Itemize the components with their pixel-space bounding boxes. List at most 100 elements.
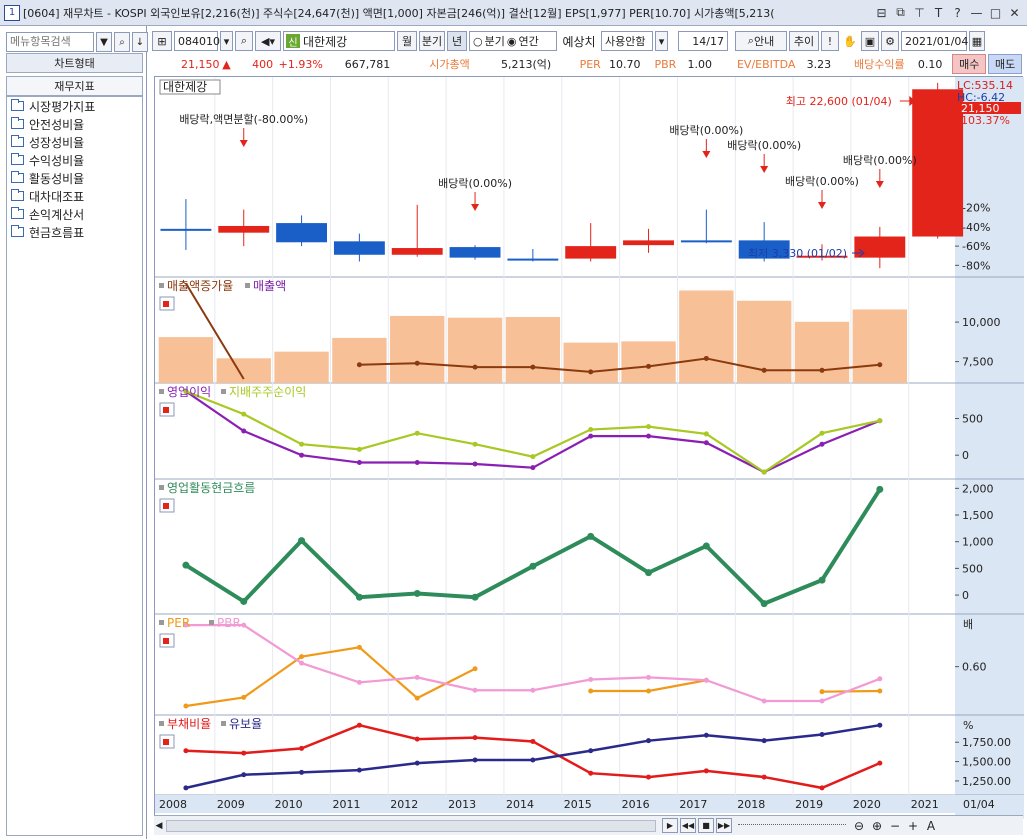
trend-button[interactable]: 추이 <box>789 31 819 51</box>
download-icon[interactable]: ↓ <box>132 32 148 52</box>
operating-income-point <box>299 452 305 458</box>
revenue-bar <box>679 290 734 383</box>
alert-icon[interactable]: ! <box>821 31 839 51</box>
x-tick-label: 2018 <box>737 798 765 811</box>
per-point <box>414 695 420 701</box>
tree-item[interactable]: 시장평가지표 <box>7 97 142 115</box>
tree-item[interactable]: 현금흐름표 <box>7 223 142 241</box>
period-year-button[interactable]: 년 <box>447 31 467 51</box>
per-point <box>356 644 362 650</box>
x-tick-label: 2013 <box>448 798 476 811</box>
event-annotation: 배당락,액면분할(-80.00%) <box>179 113 308 126</box>
y-tick-label: 7,500 <box>962 356 994 369</box>
horizontal-scrollbar[interactable] <box>166 819 656 832</box>
scroll-left-icon[interactable]: ◀ <box>154 821 164 831</box>
growth-point <box>819 367 825 373</box>
legend-label: 지배주주순이익 <box>229 385 306 399</box>
legend-label: 매출액 <box>253 279 286 293</box>
stop-icon[interactable]: ■ <box>698 818 714 833</box>
tree-item[interactable]: 성장성비율 <box>7 133 142 151</box>
y-tick-label: -60% <box>962 240 990 253</box>
pbr-point <box>299 660 305 666</box>
folder-icon <box>11 117 24 129</box>
search-icon[interactable]: ⌕ <box>114 32 130 52</box>
last-icon[interactable]: ▶▶ <box>716 818 732 833</box>
title-bar: 1 [0604] 재무차트 - KOSPI 외국인보유[2,216(천)] 주식… <box>0 0 1027 26</box>
legend-label: PBR <box>217 616 241 630</box>
radio-quarter-icon[interactable]: ○ <box>473 35 483 48</box>
tree-item[interactable]: 활동성비율 <box>7 169 142 187</box>
up-arrow-icon: ▲ <box>222 57 231 71</box>
guide-button[interactable]: ⌕ 안내 <box>735 31 787 51</box>
event-arrow-head <box>239 140 248 147</box>
plus-icon[interactable]: + <box>906 819 920 833</box>
tree-item[interactable]: 대차대조표 <box>7 187 142 205</box>
calendar-icon[interactable]: ▦ <box>969 31 985 51</box>
reserve-ratio-point <box>530 757 536 763</box>
y-unit-label: 배 <box>963 618 973 631</box>
x-tick-label: 2016 <box>622 798 650 811</box>
event-arrow-head <box>818 202 826 209</box>
play-icon[interactable]: ▶ <box>662 818 678 833</box>
y-tick-label: -20% <box>962 202 990 215</box>
chart-type-button[interactable]: 차트형태 <box>6 53 143 73</box>
tool-icon[interactable]: ✋ <box>841 31 859 51</box>
reserve-ratio-point <box>819 731 825 737</box>
menu-search-input[interactable] <box>6 32 94 52</box>
sell-button[interactable]: 매도 <box>988 54 1022 74</box>
net-income-point <box>356 446 362 452</box>
tree-item-label: 손익계산서 <box>29 207 85 222</box>
debt-ratio-point <box>703 768 709 774</box>
minimize-icon[interactable]: — <box>968 4 985 21</box>
font-icon[interactable]: T <box>930 4 947 21</box>
candle-body <box>160 228 212 231</box>
period-quarter-button[interactable]: 분기 <box>419 31 445 51</box>
link-icon[interactable]: ⊞ <box>152 31 172 51</box>
buy-button[interactable]: 매수 <box>952 54 987 74</box>
window-number[interactable]: 1 <box>4 4 20 21</box>
period-month-button[interactable]: 월 <box>397 31 417 51</box>
chart-area[interactable]: 대한제강 -20% -40% -60% -80% 배당락,액면분할(-80.00%) 배당락… <box>154 76 1024 819</box>
pin-icon[interactable]: ⊤ <box>911 4 928 21</box>
tree-item[interactable]: 안전성비율 <box>7 115 142 133</box>
search-minus-icon[interactable]: ⊖ <box>852 819 866 833</box>
help-icon[interactable]: ? <box>949 4 966 21</box>
minus-icon[interactable]: − <box>888 819 902 833</box>
close-icon[interactable]: ✕ <box>1006 4 1023 21</box>
tree-item[interactable]: 수익성비율 <box>7 151 142 169</box>
search-plus-icon[interactable]: ⊕ <box>870 819 884 833</box>
financial-indicators-button[interactable]: 재무지표 <box>6 76 143 96</box>
x-tick-label: 2021 <box>911 798 939 811</box>
estimate-select[interactable]: 사용안함 <box>601 31 653 51</box>
speaker-icon[interactable]: ◀▾ <box>255 31 281 51</box>
event-arrow-head <box>760 166 769 173</box>
dropdown-icon[interactable]: ▼ <box>96 32 112 52</box>
font-icon[interactable]: A <box>924 819 938 833</box>
revenue-bar <box>332 337 387 383</box>
search-icon[interactable]: ⌕ <box>235 31 253 51</box>
y-tick-label: 1,000 <box>962 536 994 549</box>
zoom-track[interactable] <box>738 823 846 828</box>
restore-icon[interactable]: ⧉ <box>892 4 909 21</box>
estimate-dropdown-icon[interactable]: ▾ <box>655 31 668 51</box>
legend-label: 유보율 <box>229 717 262 731</box>
operating-income-point <box>530 465 536 471</box>
price-change: 400 <box>252 57 274 71</box>
per-point <box>588 688 594 694</box>
stock-name-field[interactable]: 신 대한제강 <box>283 31 395 51</box>
save-icon[interactable]: ▣ <box>861 31 879 51</box>
stock-code-input[interactable]: 084010 <box>174 31 220 51</box>
settings-icon[interactable]: ⚙ <box>881 31 899 51</box>
net-income-line <box>185 390 881 474</box>
growth-point <box>877 362 883 368</box>
first-icon[interactable]: ◀◀ <box>680 818 696 833</box>
tree-item[interactable]: 손익계산서 <box>7 205 142 223</box>
window-list-icon[interactable]: ⊟ <box>873 4 890 21</box>
pbr-value: 1.00 <box>687 57 713 71</box>
maximize-icon[interactable]: □ <box>987 4 1004 21</box>
radio-annual-icon[interactable]: ◉ <box>507 35 517 48</box>
code-dropdown-icon[interactable]: ▾ <box>220 31 233 51</box>
date-input[interactable]: 2021/01/04 <box>901 31 968 51</box>
financial-chart[interactable]: 대한제강 -20% -40% -60% -80% 배당락,액면분할(-80.00%) 배당락… <box>155 77 1024 819</box>
operating-income-point <box>588 433 594 439</box>
